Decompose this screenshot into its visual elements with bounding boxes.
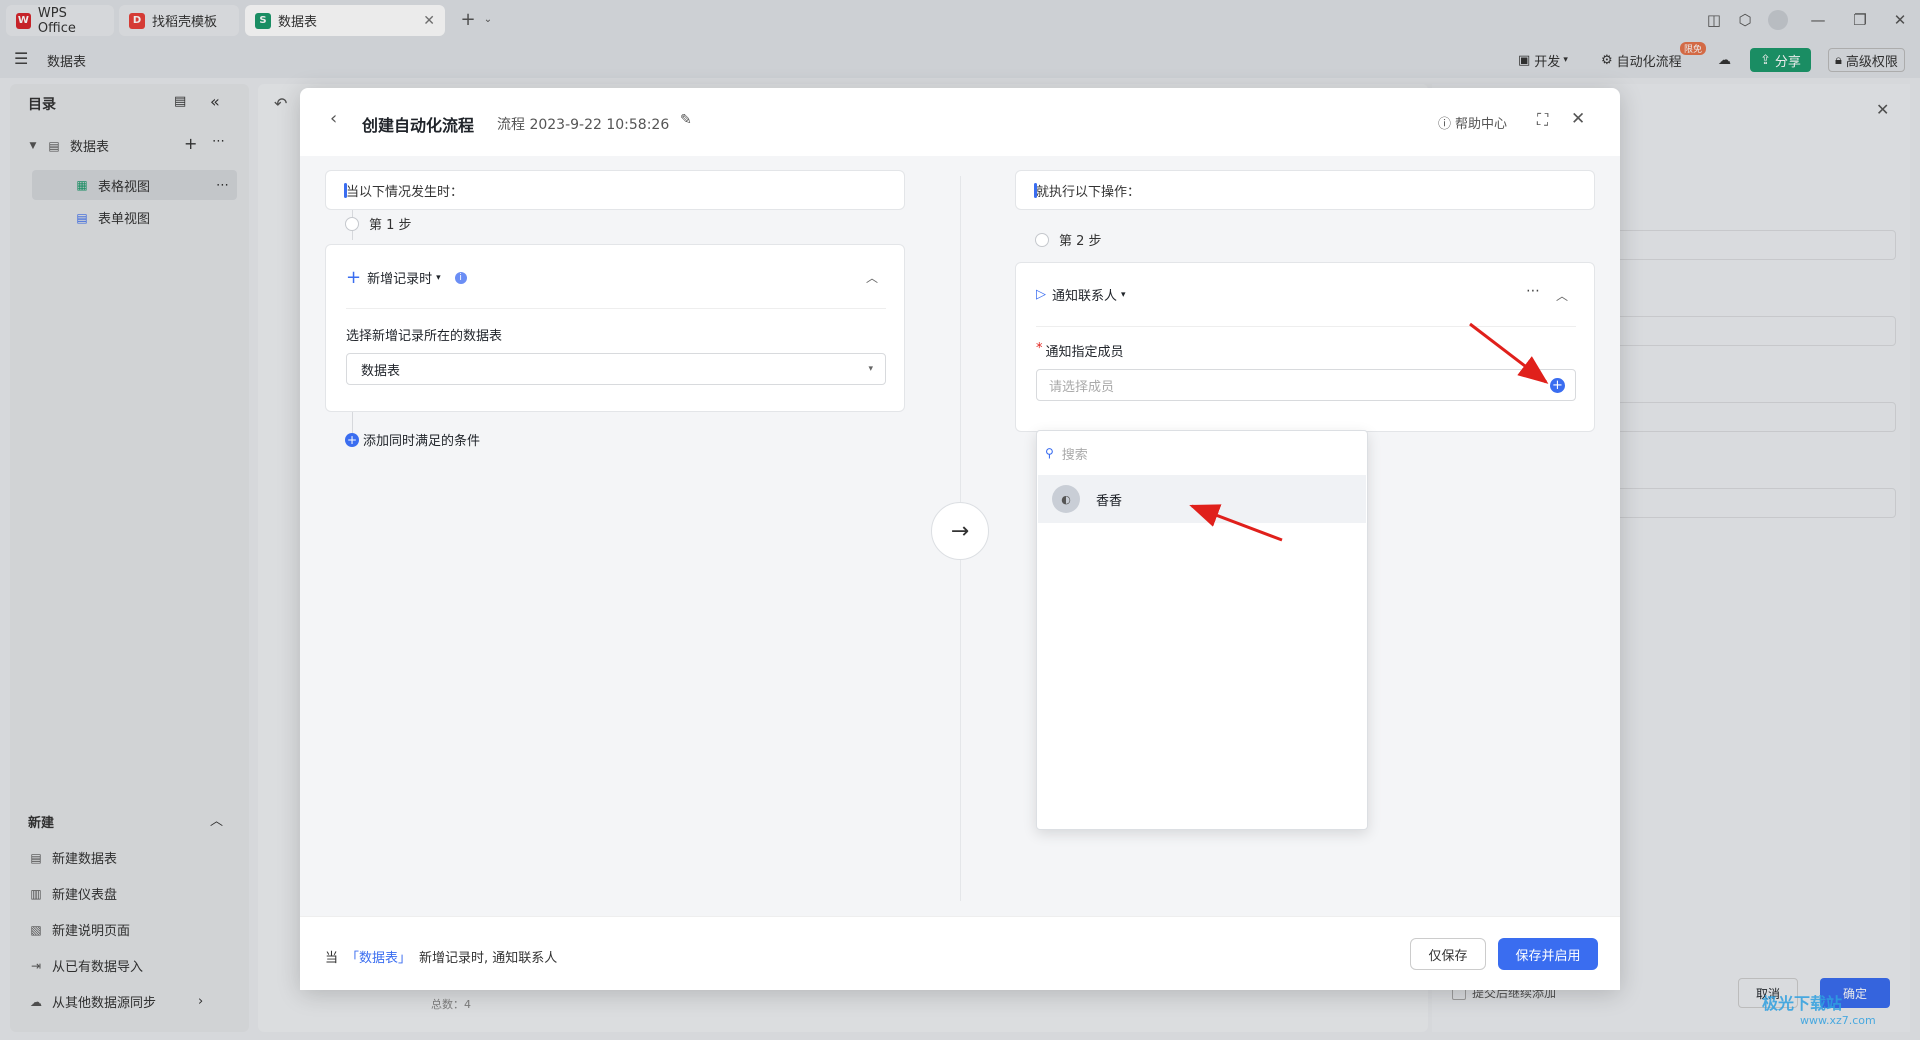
close-icon[interactable]: ✕ <box>1571 109 1585 129</box>
flow-summary: 当 「数据表」 新增记录时, 通知联系人 <box>325 947 557 966</box>
flow-name: 流程 2023-9-22 10:58:26 <box>497 117 670 133</box>
back-icon[interactable]: ‹ <box>330 108 337 129</box>
summary-prefix: 当 <box>325 951 339 966</box>
question-icon: ⓘ <box>1438 117 1452 132</box>
table-link[interactable]: 「数据表」 <box>346 947 411 966</box>
modal-body: 当以下情况发生时： 第 1 步 + 新增记录时 ▾ i ︿ 选择新增记录所在的数… <box>300 156 1620 916</box>
summary-suffix: 新增记录时, 通知联系人 <box>419 951 558 966</box>
watermark-url: www.xz7.com <box>1800 1014 1876 1027</box>
fullscreen-icon[interactable]: ⛶ <box>1537 110 1548 130</box>
watermark-text: 极光下载站 <box>1762 994 1843 1013</box>
annotation-arrow <box>1469 322 1549 384</box>
help-center-link[interactable]: ⓘ 帮助中心 <box>1438 113 1507 132</box>
edit-icon[interactable]: ✎ <box>680 112 692 128</box>
modal-header: ‹ 创建自动化流程 流程 2023-9-22 10:58:26 ✎ ⓘ 帮助中心… <box>300 88 1620 156</box>
modal-footer: 当 「数据表」 新增记录时, 通知联系人 仅保存 保存并启用 <box>300 916 1620 990</box>
save-enable-button[interactable]: 保存并启用 <box>1498 938 1598 970</box>
help-label: 帮助中心 <box>1455 117 1508 132</box>
save-only-button[interactable]: 仅保存 <box>1410 938 1486 970</box>
annotation-arrows <box>1189 322 1549 542</box>
annotation-arrow <box>1189 504 1283 542</box>
automation-modal: ‹ 创建自动化流程 流程 2023-9-22 10:58:26 ✎ ⓘ 帮助中心… <box>300 88 1620 990</box>
modal-title: 创建自动化流程 <box>362 116 475 135</box>
